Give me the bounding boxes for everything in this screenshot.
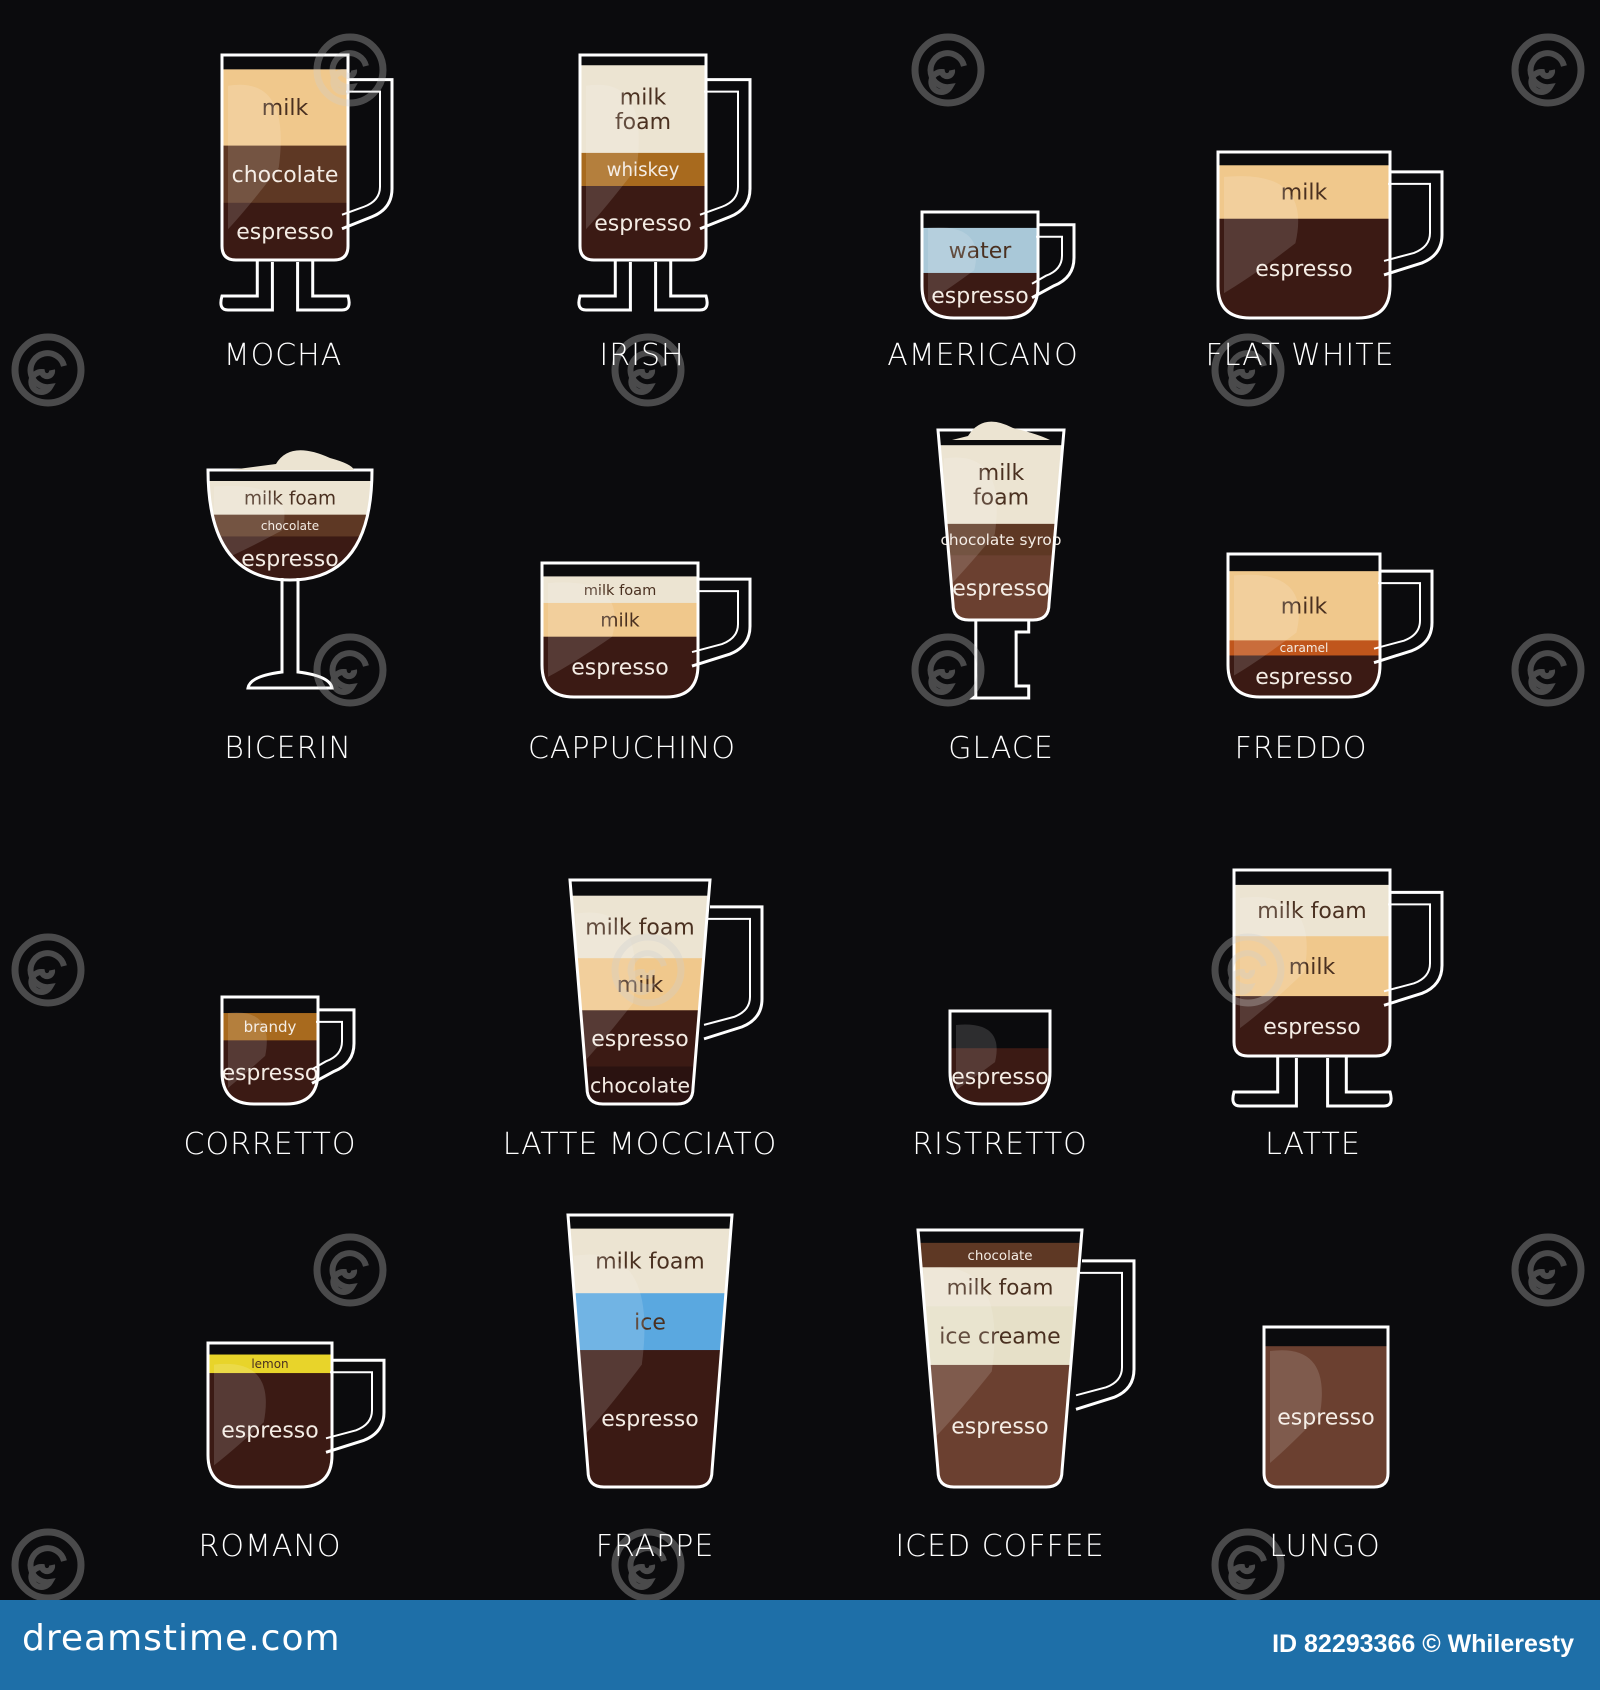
cup-handle: [1373, 569, 1434, 665]
layer-label: espresso: [236, 220, 333, 245]
coffee-types-infographic: milk chocolate espresso milk foam whiskey espr…: [0, 0, 1600, 1600]
watermark-swirl-icon: [11, 1528, 85, 1600]
drink-flat-white: milkespresso: [1216, 150, 1444, 320]
drink-name-bicerin: BICERIN: [224, 731, 352, 766]
drink-cappuchino: milk foammilkespresso: [540, 561, 752, 699]
drink-name-latte: LATTE: [1265, 1127, 1361, 1162]
drink-name-glace: GLACE: [948, 731, 1054, 766]
watermark-swirl-icon: [1511, 1233, 1585, 1307]
drink-corretto: brandyespresso: [220, 995, 356, 1106]
layer-label: espresso: [241, 547, 338, 572]
cup-handle: [691, 577, 752, 668]
drink-name-lungo: LUNGO: [1269, 1529, 1381, 1564]
drink-ristretto: espresso: [948, 1009, 1052, 1106]
cup-handle: [325, 1358, 386, 1454]
watermark-swirl-icon: [911, 33, 985, 107]
drink-illustrations: milkchocolateespresso milk foamwhiskeyespr…: [11, 33, 1585, 1600]
drink-americano: waterespresso: [920, 210, 1076, 320]
layer-label: espresso: [594, 212, 691, 237]
cup-handle: [703, 905, 764, 1041]
drink-iced-coffee: chocolatemilk foamice creameespresso: [916, 1228, 1136, 1489]
watermark-swirl-icon: [313, 633, 387, 707]
layer-label: lemon: [251, 1357, 288, 1371]
mug-foot-right: [654, 260, 709, 312]
drink-name-freddo: FREDDO: [1234, 731, 1368, 766]
mug-foot-left: [219, 260, 274, 312]
drink-name-ristretto: RISTRETTO: [912, 1127, 1088, 1162]
layer-label: espresso: [1263, 1015, 1360, 1040]
layer-label: chocolate: [967, 1249, 1032, 1264]
foam-top: [230, 450, 354, 470]
watermark-swirl-icon: [911, 633, 985, 707]
drink-frappe: milk foamiceespresso: [566, 1213, 734, 1489]
layer-label: espresso: [571, 656, 668, 681]
layer-label: espresso: [951, 1415, 1048, 1440]
mug-foot-left: [1231, 1056, 1298, 1108]
layer-label: chocolate: [590, 1073, 690, 1097]
drink-freddo: milkcaramelespresso: [1226, 552, 1434, 699]
layer-label: espresso: [952, 576, 1049, 601]
mug-foot-right: [1326, 1056, 1393, 1108]
drink-name-irish: IRISH: [599, 338, 685, 373]
watermark-swirl-icon: [11, 333, 85, 407]
drink-latte: milk foammilkespresso: [1231, 868, 1444, 1108]
layer-label: espresso: [1255, 665, 1352, 690]
drink-lungo: espresso: [1262, 1325, 1390, 1489]
mug-foot-left: [577, 260, 632, 312]
drink-name-iced-coffee: ICED COFFEE: [895, 1529, 1105, 1564]
mug-foot-right: [296, 260, 351, 312]
drink-name-corretto: CORRETTO: [183, 1127, 357, 1162]
footer-brand[interactable]: dreamstime.com: [22, 1618, 341, 1659]
watermark-swirl-icon: [1511, 633, 1585, 707]
drink-name-romano: ROMANO: [198, 1529, 342, 1564]
drink-mocha: milkchocolateespresso: [219, 53, 394, 312]
layer-label: caramel: [1280, 641, 1329, 655]
drink-name-latte-mocciato: LATTE MOCCIATO: [502, 1127, 778, 1162]
watermark-swirl-icon: [313, 1233, 387, 1307]
drink-name-frappe: FRAPPE: [595, 1529, 715, 1564]
drink-romano: lemonespresso: [206, 1341, 386, 1489]
drink-name-flat-white: FLAT WHITE: [1205, 338, 1395, 373]
drink-name-cappuchino: CAPPUCHINO: [527, 731, 737, 766]
drink-name-mocha: MOCHA: [223, 338, 343, 373]
footer-bar: dreamstime.com ID 82293366 © Whileresty: [0, 1600, 1600, 1690]
drink-irish: milk foamwhiskeyespresso: [577, 53, 752, 312]
drink-name-americano: AMERICANO: [887, 338, 1079, 373]
footer-credit: ID 82293366 © Whileresty: [1272, 1630, 1574, 1658]
layer-label: espresso: [601, 1407, 698, 1432]
watermark-swirl-icon: [11, 933, 85, 1007]
watermark-swirl-icon: [1511, 33, 1585, 107]
drink-latte-mocciato: milk foammilkespressochocolate: [568, 878, 764, 1106]
